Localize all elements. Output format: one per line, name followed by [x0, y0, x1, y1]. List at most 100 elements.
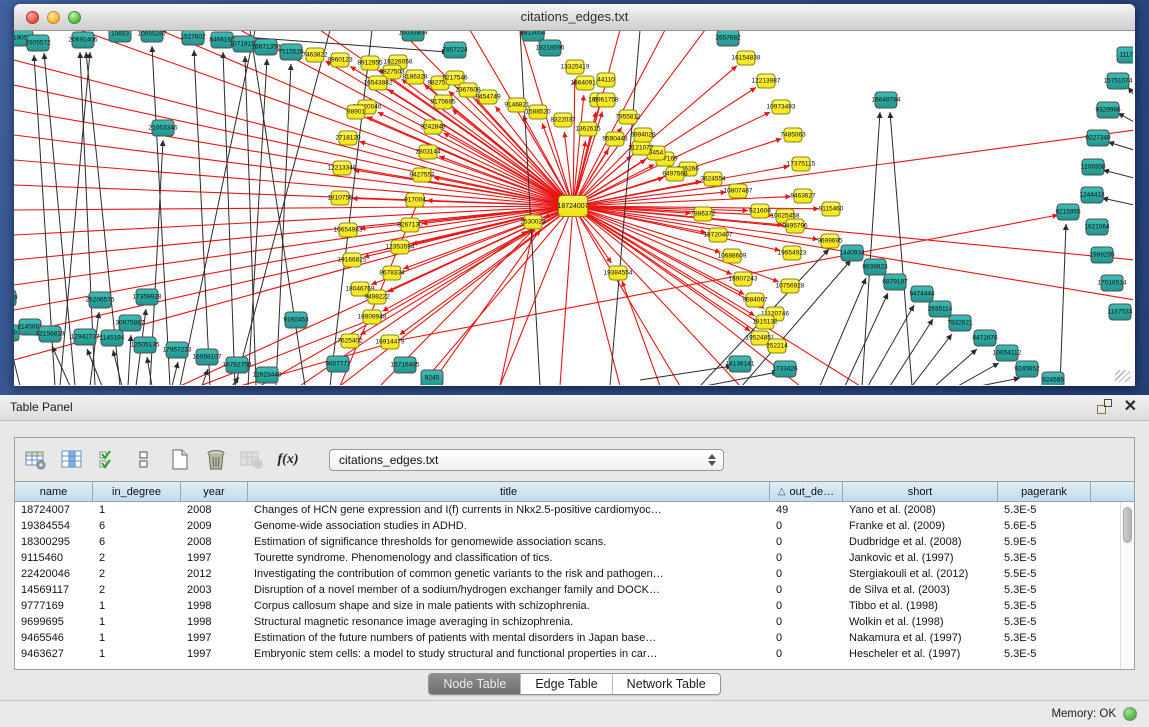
- graph-node[interactable]: 9175685: [434, 95, 453, 110]
- minimize-window-icon[interactable]: [47, 11, 60, 24]
- table-row[interactable]: 1830029562008Estimation of significance …: [15, 534, 1134, 550]
- graph-node[interactable]: 8454749: [479, 90, 498, 105]
- graph-node[interactable]: 6879197: [884, 274, 907, 291]
- graph-node[interactable]: 30975887: [119, 315, 142, 332]
- graph-node[interactable]: 12353594: [391, 240, 410, 255]
- graph-node[interactable]: 9227349: [1087, 130, 1110, 147]
- table-row[interactable]: 946362711997Embryonic stem cells: a mode…: [15, 646, 1134, 662]
- column-header-out_de[interactable]: △out_de…: [770, 482, 843, 501]
- graph-node[interactable]: 20691406: [72, 32, 95, 49]
- graph-node[interactable]: 1362615: [579, 122, 598, 137]
- float-panel-icon[interactable]: [1097, 399, 1112, 414]
- graph-node[interactable]: 9329966: [1097, 102, 1120, 119]
- graph-node[interactable]: 8471676: [974, 330, 997, 347]
- graph-node[interactable]: 7515526: [280, 44, 303, 61]
- delete-icon[interactable]: [203, 447, 229, 473]
- graph-node[interactable]: 9857771: [327, 356, 350, 373]
- graph-node[interactable]: 1527602: [182, 31, 205, 46]
- graph-node[interactable]: 10973493: [772, 100, 791, 115]
- graph-node[interactable]: 9495796: [786, 219, 805, 234]
- table-row[interactable]: 1938455462009Genome-wide association stu…: [15, 518, 1134, 534]
- graph-node[interactable]: 8678334: [383, 266, 402, 281]
- graph-node[interactable]: 16671358: [255, 39, 278, 56]
- graph-node[interactable]: 8938923: [864, 259, 887, 276]
- graph-node[interactable]: 1733426: [774, 361, 797, 378]
- graph-node[interactable]: 9463627: [794, 189, 813, 204]
- graph-node[interactable]: 7625402: [341, 334, 360, 349]
- graph-node[interactable]: 2582669: [14, 290, 17, 307]
- graph-node[interactable]: 9146821: [508, 98, 527, 113]
- graph-hub-node[interactable]: 18724007: [558, 195, 588, 217]
- graph-node[interactable]: 8427552: [413, 168, 432, 183]
- graph-node[interactable]: 1588520: [529, 105, 548, 120]
- graph-node[interactable]: 1440934: [841, 245, 864, 262]
- graph-node[interactable]: 9242848: [424, 120, 443, 135]
- graph-node[interactable]: 7857224: [444, 42, 467, 59]
- tab-node-table[interactable]: Node Table: [429, 674, 521, 694]
- graph-node[interactable]: 17359928: [136, 289, 159, 306]
- table-row[interactable]: 911546021997Tourette syndrome. Phenomeno…: [15, 550, 1134, 566]
- graph-node[interactable]: 12213987: [757, 74, 776, 89]
- graph-node[interactable]: 19218596: [539, 40, 562, 57]
- graph-node[interactable]: 12505135: [134, 337, 157, 354]
- column-header-title[interactable]: title: [248, 482, 770, 501]
- graph-node[interactable]: 16782759: [226, 357, 249, 374]
- graph-node[interactable]: 98901: [347, 105, 366, 120]
- table-row[interactable]: 977716911998Corpus callosum shape and si…: [15, 598, 1134, 614]
- graph-node[interactable]: 6961758: [597, 93, 616, 108]
- table-header-row[interactable]: namein_degreeyeartitle△out_de…shortpager…: [15, 482, 1134, 502]
- graph-node[interactable]: 7463822: [306, 48, 325, 63]
- graph-node[interactable]: 15720407: [709, 228, 728, 243]
- column-header-year[interactable]: year: [181, 482, 248, 501]
- graph-node[interactable]: 16543882: [369, 76, 388, 91]
- graph-node[interactable]: 16640910: [576, 76, 595, 91]
- graph-node[interactable]: 10654983: [339, 223, 358, 238]
- graph-node[interactable]: 7832621: [949, 315, 972, 332]
- graph-node[interactable]: 7955812: [619, 110, 638, 125]
- column-header-in_degree[interactable]: in_degree: [93, 482, 181, 501]
- graph-node[interactable]: 10654112: [996, 345, 1019, 362]
- graph-node[interactable]: 10653: [109, 31, 132, 43]
- table-row[interactable]: 2242004622012Investigating the contribut…: [15, 566, 1134, 582]
- graph-node[interactable]: 10688609: [723, 249, 742, 264]
- graph-node[interactable]: 10756928: [781, 279, 800, 294]
- table-row[interactable]: 969969511998Structural magnetic resonanc…: [15, 614, 1134, 630]
- graph-node[interactable]: 7485063: [784, 128, 803, 143]
- graph-node[interactable]: 8912955: [361, 56, 380, 71]
- close-panel-icon[interactable]: ✕: [1124, 399, 1137, 414]
- row-checks-icon[interactable]: [95, 447, 121, 473]
- table-settings-icon[interactable]: [23, 447, 49, 473]
- graph-node[interactable]: 1244413: [1081, 187, 1104, 204]
- column-header-short[interactable]: short: [843, 482, 998, 501]
- graph-node[interactable]: 17016514: [1101, 275, 1124, 292]
- graph-node[interactable]: 2718120: [339, 131, 358, 146]
- graph-node[interactable]: 1145194: [101, 330, 124, 347]
- graph-node[interactable]: 16958107: [196, 349, 219, 366]
- graph-node[interactable]: 9590448: [606, 132, 625, 147]
- graph-node[interactable]: 621606: [751, 204, 770, 219]
- graph-node[interactable]: 9684067: [746, 293, 765, 308]
- graph-node[interactable]: 917004: [406, 193, 425, 208]
- graph-node[interactable]: 1989295: [1091, 247, 1114, 264]
- graph-node[interactable]: 26206576: [89, 292, 112, 309]
- graph-node[interactable]: 1621064: [1086, 219, 1109, 236]
- graph-node[interactable]: 16648784: [875, 92, 898, 109]
- graph-node[interactable]: 17957233: [166, 342, 189, 359]
- table-row[interactable]: 946554611997Estimation of the future num…: [15, 630, 1134, 646]
- graph-node[interactable]: 19384554: [609, 266, 628, 281]
- graph-node[interactable]: 44110: [597, 73, 616, 88]
- graph-node[interactable]: 10655287: [141, 31, 164, 43]
- table-row[interactable]: 1872400712008Changes of HCN gene express…: [15, 502, 1134, 518]
- graph-node[interactable]: 2803144: [419, 145, 438, 160]
- graph-node[interactable]: 10807487: [729, 184, 748, 199]
- graph-node[interactable]: 16154838: [737, 51, 756, 66]
- graph-node[interactable]: 8215955: [1057, 204, 1080, 221]
- graph-node[interactable]: 9498222: [368, 290, 387, 305]
- graph-node[interactable]: 1815132: [756, 315, 775, 330]
- new-document-icon[interactable]: [167, 447, 193, 473]
- graph-node[interactable]: 9115460: [822, 202, 841, 217]
- window-resize-handle[interactable]: [1115, 370, 1130, 382]
- graph-node[interactable]: 15751074: [1107, 73, 1130, 90]
- table-source-dropdown[interactable]: citations_edges.txt: [329, 449, 724, 471]
- tab-edge-table[interactable]: Edge Table: [521, 674, 612, 694]
